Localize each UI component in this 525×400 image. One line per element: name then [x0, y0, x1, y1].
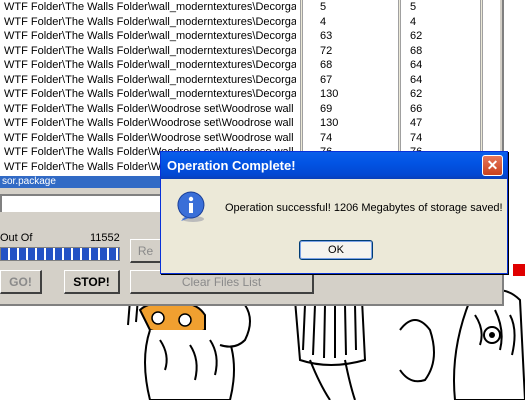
- dialog-title: Operation Complete!: [167, 158, 296, 173]
- file-path-cell[interactable]: WTF Folder\The Walls Folder\Woodrose set…: [0, 102, 296, 117]
- file-path-cell[interactable]: WTF Folder\The Walls Folder\Woodrose set…: [0, 131, 296, 146]
- size-cell[interactable]: 68: [406, 44, 476, 59]
- dialog-message: Operation successful! 1206 Megabytes of …: [225, 202, 503, 214]
- text-field[interactable]: [0, 194, 160, 212]
- size-cell[interactable]: 5: [406, 0, 476, 15]
- size-cell[interactable]: 69: [316, 102, 386, 117]
- size-cell[interactable]: 62: [406, 29, 476, 44]
- info-icon: [177, 191, 205, 222]
- file-path-cell[interactable]: WTF Folder\The Walls Folder\wall_modernt…: [0, 87, 296, 102]
- progress-total: 11552: [90, 232, 120, 244]
- size-cell[interactable]: 5: [316, 0, 386, 15]
- file-path-cell[interactable]: WTF Folder\The Walls Folder\wall_modernt…: [0, 44, 296, 59]
- go-button[interactable]: GO!: [0, 270, 42, 294]
- size-cell[interactable]: 130: [316, 116, 386, 131]
- file-path-cell[interactable]: WTF Folder\The Walls Folder\Woodrose set…: [0, 116, 296, 131]
- stop-button[interactable]: STOP!: [64, 270, 120, 294]
- size-cell[interactable]: 130: [316, 87, 386, 102]
- size-cell[interactable]: 47: [406, 116, 476, 131]
- column-splitter[interactable]: [398, 0, 401, 176]
- size-cell[interactable]: 74: [406, 131, 476, 146]
- file-path-cell[interactable]: WTF Folder\The Walls Folder\wall_modernt…: [0, 58, 296, 73]
- operation-complete-dialog: Operation Complete! ✕ Operation successf…: [160, 151, 508, 274]
- size-cell[interactable]: 72: [316, 44, 386, 59]
- size-cell[interactable]: 74: [316, 131, 386, 146]
- file-path-cell[interactable]: WTF Folder\The Walls Folder\wall_modernt…: [0, 0, 296, 15]
- size-cell[interactable]: 4: [316, 15, 386, 30]
- size-cell[interactable]: 68: [316, 58, 386, 73]
- size-cell[interactable]: 67: [316, 73, 386, 88]
- file-path-cell[interactable]: WTF Folder\The Walls Folder\wall_modernt…: [0, 15, 296, 30]
- column-splitter[interactable]: [300, 0, 303, 176]
- path-column: WTF Folder\The Walls Folder\wall_modernt…: [0, 0, 296, 176]
- size-after-column: 54626864646266477476: [406, 0, 476, 176]
- file-path-cell[interactable]: WTF Folder\The Walls Folder\wall_modernt…: [0, 29, 296, 44]
- size-cell[interactable]: 66: [406, 102, 476, 117]
- ok-button[interactable]: OK: [299, 240, 373, 260]
- close-button[interactable]: ✕: [482, 155, 503, 176]
- dialog-title-bar[interactable]: Operation Complete! ✕: [161, 152, 507, 179]
- selected-file-bar: sor.package: [0, 176, 160, 188]
- progress-bar: [0, 247, 120, 261]
- file-path-cell[interactable]: WTF Folder\The Walls Folder\wall_modernt…: [0, 73, 296, 88]
- progress-label: Out Of: [0, 232, 33, 244]
- size-cell[interactable]: 63: [316, 29, 386, 44]
- close-icon: ✕: [486, 157, 499, 173]
- size-cell[interactable]: 4: [406, 15, 476, 30]
- re-button[interactable]: Re: [130, 239, 162, 263]
- size-cell[interactable]: 64: [406, 73, 476, 88]
- progress-fill: [1, 248, 119, 260]
- red-marker: [513, 264, 525, 276]
- size-cell[interactable]: 64: [406, 58, 476, 73]
- size-before-column: 5463726867130691307476: [316, 0, 386, 176]
- column-splitter[interactable]: [480, 0, 483, 176]
- size-cell[interactable]: 62: [406, 87, 476, 102]
